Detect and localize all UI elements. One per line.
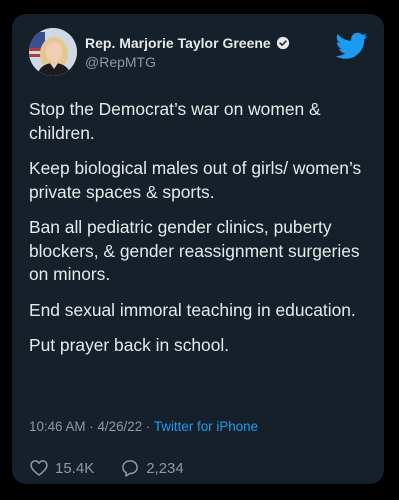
- tweet-card: Rep. Marjorie Taylor Greene @RepMTG Stop…: [12, 14, 384, 484]
- like-count: 15.4K: [55, 459, 95, 477]
- verified-badge-icon: [276, 36, 289, 50]
- tweet-time[interactable]: 10:46 AM: [29, 419, 86, 434]
- tweet-paragraph: Put prayer back in school.: [29, 335, 230, 355]
- avatar[interactable]: [29, 28, 77, 76]
- tweet-header: Rep. Marjorie Taylor Greene @RepMTG: [29, 28, 372, 80]
- heart-icon: [30, 460, 48, 476]
- like-button[interactable]: 15.4K: [29, 458, 94, 478]
- tweet-source[interactable]: Twitter for iPhone: [154, 419, 258, 434]
- speech-bubble-icon: [122, 460, 139, 477]
- meta-separator: ·: [85, 419, 98, 434]
- meta-separator: ·: [142, 419, 154, 434]
- reply-button[interactable]: 2,234: [120, 458, 184, 478]
- author-name-row: Rep. Marjorie Taylor Greene: [85, 35, 290, 51]
- author-handle[interactable]: @RepMTG: [85, 54, 290, 70]
- author-block: Rep. Marjorie Taylor Greene @RepMTG: [85, 35, 290, 70]
- tweet-paragraph: Ban all pediatric gender clinics, pubert…: [29, 217, 360, 284]
- tweet-paragraph: Keep biological males out of girls/ wome…: [29, 158, 362, 202]
- twitter-bird-icon[interactable]: [336, 32, 368, 60]
- tweet-paragraph: End sexual immoral teaching in education…: [29, 299, 356, 320]
- tweet-meta: 10:46 AM · 4/26/22 · Twitter for iPhone: [29, 419, 258, 434]
- reply-count: 2,234: [146, 459, 184, 477]
- tweet-actions: 15.4K 2,234: [29, 458, 210, 478]
- avatar-image: [29, 28, 77, 76]
- author-name[interactable]: Rep. Marjorie Taylor Greene: [85, 35, 271, 51]
- tweet-date[interactable]: 4/26/22: [97, 419, 142, 434]
- tweet-paragraph: Stop the Democrat’s war on women & child…: [29, 99, 321, 143]
- tweet-body: Stop the Democrat’s war on women & child…: [29, 98, 374, 370]
